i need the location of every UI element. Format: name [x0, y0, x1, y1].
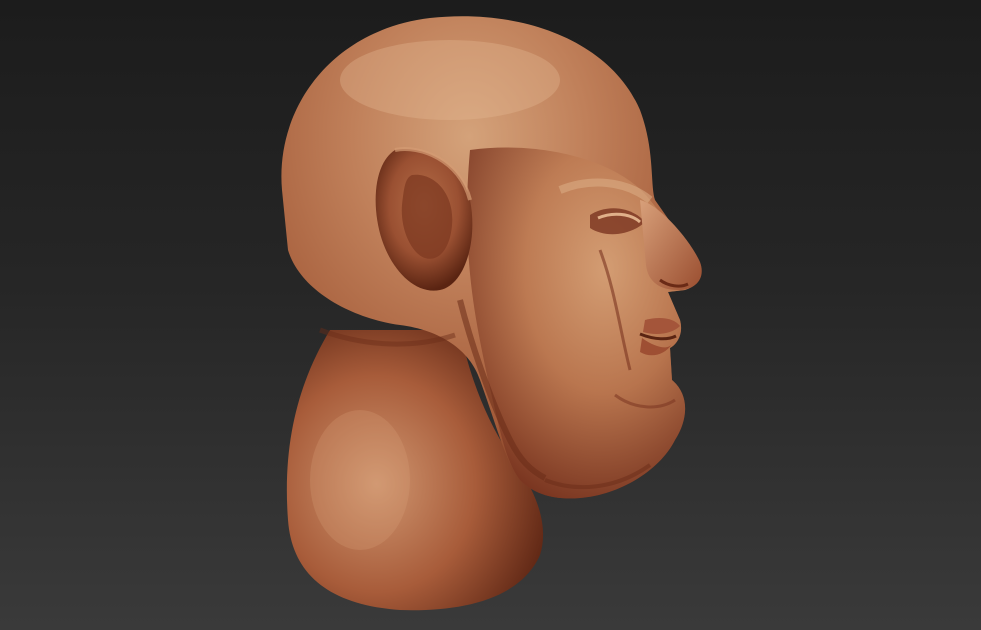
sculpted-head-bust[interactable]	[0, 0, 981, 630]
skull-highlight	[340, 40, 560, 120]
neck-highlight	[310, 410, 410, 550]
sculpt-viewport[interactable]	[0, 0, 981, 630]
